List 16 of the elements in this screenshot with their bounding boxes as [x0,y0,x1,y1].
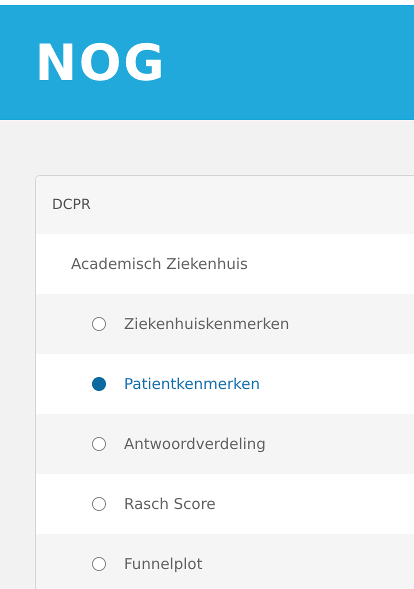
menu-item[interactable]: Funnelplot [36,534,414,589]
radio-icon [92,437,106,451]
radio-icon [92,317,106,331]
menu-item-label: Antwoordverdeling [124,435,266,453]
radio-icon [92,497,106,511]
panel-title: DCPR [52,197,91,213]
menu-item-label: Ziekenhuiskenmerken [124,315,290,333]
menu-item-label: Rasch Score [124,495,216,513]
group-label: Academisch Ziekenhuis [71,255,248,273]
radio-icon [92,557,106,571]
menu-item-label: Funnelplot [124,555,202,573]
radio-icon [92,377,106,391]
menu-item[interactable]: Antwoordverdeling [36,414,414,474]
menu-item-label: Patientkenmerken [124,375,260,393]
menu-item[interactable]: Ziekenhuiskenmerken [36,294,414,354]
logo: NOG [35,38,166,88]
